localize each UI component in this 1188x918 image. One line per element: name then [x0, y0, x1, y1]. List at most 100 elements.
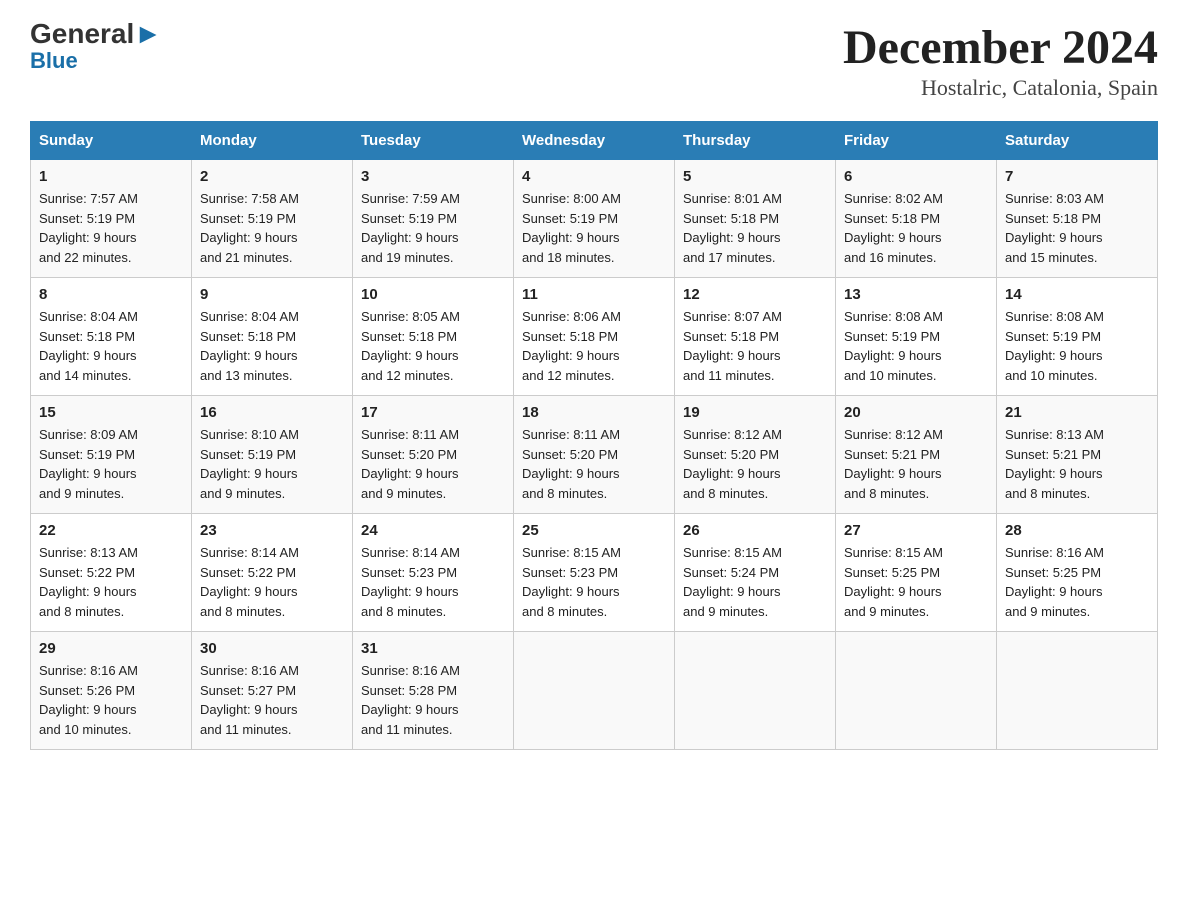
day-number: 4: [522, 168, 666, 185]
day-info: Sunrise: 8:11 AMSunset: 5:20 PMDaylight:…: [522, 425, 666, 503]
day-number: 16: [200, 404, 344, 421]
day-number: 22: [39, 522, 183, 539]
day-info: Sunrise: 8:08 AMSunset: 5:19 PMDaylight:…: [844, 307, 988, 385]
calendar-cell: 21 Sunrise: 8:13 AMSunset: 5:21 PMDayligh…: [997, 396, 1158, 514]
calendar-table: SundayMondayTuesdayWednesdayThursdayFrid…: [30, 121, 1158, 750]
calendar-cell: 5 Sunrise: 8:01 AMSunset: 5:18 PMDaylight…: [675, 160, 836, 278]
calendar-cell: 7Sunrise: 8:03 AMSunset: 5:18 PMDaylight…: [997, 160, 1158, 278]
day-number: 28: [1005, 522, 1149, 539]
day-number: 17: [361, 404, 505, 421]
calendar-week-row: 1Sunrise: 7:57 AMSunset: 5:19 PMDaylight…: [31, 160, 1158, 278]
day-info: Sunrise: 8:05 AMSunset: 5:18 PMDaylight:…: [361, 307, 505, 385]
day-info: Sunrise: 7:57 AMSunset: 5:19 PMDaylight:…: [39, 189, 183, 267]
page-subtitle: Hostalric, Catalonia, Spain: [843, 75, 1158, 101]
day-number: 18: [522, 404, 666, 421]
day-info: Sunrise: 8:15 AMSunset: 5:24 PMDaylight:…: [683, 543, 827, 621]
day-number: 5: [683, 168, 827, 185]
day-number: 3: [361, 168, 505, 185]
day-number: 27: [844, 522, 988, 539]
day-info: Sunrise: 8:11 AMSunset: 5:20 PMDaylight:…: [361, 425, 505, 503]
day-info: Sunrise: 8:16 AMSunset: 5:28 PMDaylight:…: [361, 661, 505, 739]
day-info: Sunrise: 8:01 AMSunset: 5:18 PMDaylight:…: [683, 189, 827, 267]
logo-blue-text: Blue: [30, 48, 78, 74]
day-info: Sunrise: 8:08 AMSunset: 5:19 PMDaylight:…: [1005, 307, 1149, 385]
day-number: 19: [683, 404, 827, 421]
day-number: 13: [844, 286, 988, 303]
calendar-cell: 12Sunrise: 8:07 AMSunset: 5:18 PMDayligh…: [675, 278, 836, 396]
day-info: Sunrise: 8:04 AMSunset: 5:18 PMDaylight:…: [200, 307, 344, 385]
day-number: 8: [39, 286, 183, 303]
calendar-cell: 9 Sunrise: 8:04 AMSunset: 5:18 PMDaylight…: [192, 278, 353, 396]
column-header-saturday: Saturday: [997, 122, 1158, 160]
day-number: 11: [522, 286, 666, 303]
calendar-cell: 16 Sunrise: 8:10 AMSunset: 5:19 PMDayligh…: [192, 396, 353, 514]
calendar-cell: 4 Sunrise: 8:00 AMSunset: 5:19 PMDaylight…: [514, 160, 675, 278]
calendar-cell: 18 Sunrise: 8:11 AMSunset: 5:20 PMDayligh…: [514, 396, 675, 514]
logo-arrow: ►: [134, 18, 162, 49]
day-info: Sunrise: 8:02 AMSunset: 5:18 PMDaylight:…: [844, 189, 988, 267]
day-number: 29: [39, 640, 183, 657]
day-info: Sunrise: 8:06 AMSunset: 5:18 PMDaylight:…: [522, 307, 666, 385]
calendar-cell: 8 Sunrise: 8:04 AMSunset: 5:18 PMDaylight…: [31, 278, 192, 396]
calendar-cell: 11 Sunrise: 8:06 AMSunset: 5:18 PMDayligh…: [514, 278, 675, 396]
calendar-cell: 24 Sunrise: 8:14 AMSunset: 5:23 PMDayligh…: [353, 514, 514, 632]
day-info: Sunrise: 7:58 AMSunset: 5:19 PMDaylight:…: [200, 189, 344, 267]
calendar-cell: 28 Sunrise: 8:16 AMSunset: 5:25 PMDayligh…: [997, 514, 1158, 632]
day-info: Sunrise: 8:15 AMSunset: 5:25 PMDaylight:…: [844, 543, 988, 621]
day-number: 10: [361, 286, 505, 303]
day-number: 21: [1005, 404, 1149, 421]
calendar-week-row: 22 Sunrise: 8:13 AMSunset: 5:22 PMDayligh…: [31, 514, 1158, 632]
calendar-cell: [997, 632, 1158, 750]
column-header-thursday: Thursday: [675, 122, 836, 160]
calendar-cell: 17 Sunrise: 8:11 AMSunset: 5:20 PMDayligh…: [353, 396, 514, 514]
day-info: Sunrise: 7:59 AMSunset: 5:19 PMDaylight:…: [361, 189, 505, 267]
day-number: 6: [844, 168, 988, 185]
calendar-week-row: 8 Sunrise: 8:04 AMSunset: 5:18 PMDaylight…: [31, 278, 1158, 396]
calendar-week-row: 29 Sunrise: 8:16 AMSunset: 5:26 PMDayligh…: [31, 632, 1158, 750]
day-info: Sunrise: 8:00 AMSunset: 5:19 PMDaylight:…: [522, 189, 666, 267]
day-info: Sunrise: 8:13 AMSunset: 5:22 PMDaylight:…: [39, 543, 183, 621]
day-number: 25: [522, 522, 666, 539]
calendar-cell: 20 Sunrise: 8:12 AMSunset: 5:21 PMDayligh…: [836, 396, 997, 514]
column-header-sunday: Sunday: [31, 122, 192, 160]
day-info: Sunrise: 8:09 AMSunset: 5:19 PMDaylight:…: [39, 425, 183, 503]
day-info: Sunrise: 8:15 AMSunset: 5:23 PMDaylight:…: [522, 543, 666, 621]
logo: General► Blue: [30, 20, 162, 74]
calendar-cell: 2Sunrise: 7:58 AMSunset: 5:19 PMDaylight…: [192, 160, 353, 278]
day-info: Sunrise: 8:10 AMSunset: 5:19 PMDaylight:…: [200, 425, 344, 503]
day-info: Sunrise: 8:04 AMSunset: 5:18 PMDaylight:…: [39, 307, 183, 385]
calendar-cell: 3 Sunrise: 7:59 AMSunset: 5:19 PMDaylight…: [353, 160, 514, 278]
day-number: 30: [200, 640, 344, 657]
calendar-cell: 29 Sunrise: 8:16 AMSunset: 5:26 PMDayligh…: [31, 632, 192, 750]
calendar-cell: 6 Sunrise: 8:02 AMSunset: 5:18 PMDaylight…: [836, 160, 997, 278]
calendar-header-row: SundayMondayTuesdayWednesdayThursdayFrid…: [31, 122, 1158, 160]
day-number: 24: [361, 522, 505, 539]
day-info: Sunrise: 8:16 AMSunset: 5:25 PMDaylight:…: [1005, 543, 1149, 621]
calendar-cell: 14 Sunrise: 8:08 AMSunset: 5:19 PMDayligh…: [997, 278, 1158, 396]
calendar-cell: 27 Sunrise: 8:15 AMSunset: 5:25 PMDayligh…: [836, 514, 997, 632]
page-header: General► Blue December 2024 Hostalric, C…: [30, 20, 1158, 101]
calendar-cell: 25 Sunrise: 8:15 AMSunset: 5:23 PMDayligh…: [514, 514, 675, 632]
day-number: 23: [200, 522, 344, 539]
day-info: Sunrise: 8:16 AMSunset: 5:26 PMDaylight:…: [39, 661, 183, 739]
calendar-cell: 19 Sunrise: 8:12 AMSunset: 5:20 PMDayligh…: [675, 396, 836, 514]
day-info: Sunrise: 8:13 AMSunset: 5:21 PMDaylight:…: [1005, 425, 1149, 503]
day-info: Sunrise: 8:12 AMSunset: 5:20 PMDaylight:…: [683, 425, 827, 503]
calendar-cell: 22 Sunrise: 8:13 AMSunset: 5:22 PMDayligh…: [31, 514, 192, 632]
calendar-cell: 23 Sunrise: 8:14 AMSunset: 5:22 PMDayligh…: [192, 514, 353, 632]
day-number: 9: [200, 286, 344, 303]
column-header-wednesday: Wednesday: [514, 122, 675, 160]
title-area: December 2024 Hostalric, Catalonia, Spai…: [843, 20, 1158, 101]
calendar-cell: [514, 632, 675, 750]
day-info: Sunrise: 8:16 AMSunset: 5:27 PMDaylight:…: [200, 661, 344, 739]
day-number: 20: [844, 404, 988, 421]
calendar-cell: 1Sunrise: 7:57 AMSunset: 5:19 PMDaylight…: [31, 160, 192, 278]
day-number: 7: [1005, 168, 1149, 185]
day-number: 14: [1005, 286, 1149, 303]
day-info: Sunrise: 8:12 AMSunset: 5:21 PMDaylight:…: [844, 425, 988, 503]
column-header-friday: Friday: [836, 122, 997, 160]
day-info: Sunrise: 8:14 AMSunset: 5:23 PMDaylight:…: [361, 543, 505, 621]
day-info: Sunrise: 8:14 AMSunset: 5:22 PMDaylight:…: [200, 543, 344, 621]
day-number: 12: [683, 286, 827, 303]
calendar-cell: [836, 632, 997, 750]
